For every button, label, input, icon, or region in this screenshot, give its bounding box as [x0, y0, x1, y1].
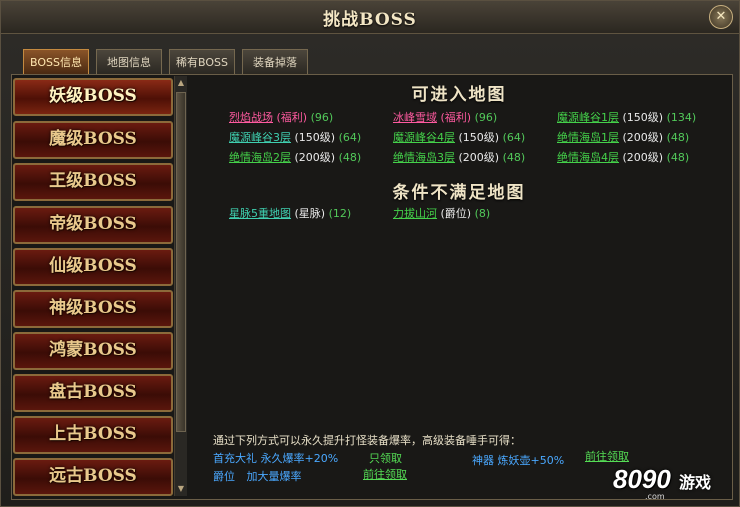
- tab-boss-info[interactable]: BOSS信息: [23, 49, 89, 74]
- claimed-only-text: 只领取: [369, 452, 402, 465]
- boss-count: (48): [666, 131, 690, 144]
- map-link[interactable]: 绝情海岛3层: [393, 151, 455, 164]
- map-link[interactable]: 魔源峰谷1层: [557, 111, 619, 124]
- scroll-down-icon[interactable]: ▼: [176, 484, 186, 494]
- first-recharge-line: 首充大礼 永久爆率+20%: [213, 450, 338, 466]
- map-link[interactable]: 绝情海岛1层: [557, 131, 619, 144]
- boss-count: (64): [338, 131, 362, 144]
- first-recharge-label: 首充大礼: [213, 452, 257, 465]
- boss-level-xian[interactable]: 仙级BOSS: [13, 248, 173, 286]
- map-link[interactable]: 绝情海岛4层: [557, 151, 619, 164]
- map-tag: (150级): [294, 131, 336, 144]
- boss-level-shen[interactable]: 神级BOSS: [13, 290, 173, 328]
- boss-count: (64): [502, 131, 526, 144]
- boss-info-panel: 可进入地图 烈焰战场 (福利) (96) 冰峰雪域 (福利) (96) 魔源峰谷…: [189, 76, 729, 496]
- boss-level-yuangu[interactable]: 远古BOSS: [13, 458, 173, 496]
- accessible-maps-title: 可进入地图: [411, 85, 507, 105]
- boss-level-hongmeng[interactable]: 鸿蒙BOSS: [13, 332, 173, 370]
- map-tag: (福利): [440, 111, 472, 124]
- close-button[interactable]: ✕: [709, 5, 733, 29]
- map-entry: 力拔山河 (爵位) (8): [393, 207, 490, 221]
- map-entry: 绝情海岛2层 (200级) (48): [229, 151, 361, 165]
- boss-level-mo[interactable]: 魔级BOSS: [13, 121, 173, 159]
- boss-count: (96): [310, 111, 334, 124]
- logo-digits: 8090: [613, 464, 671, 494]
- map-tag: (200级): [622, 151, 664, 164]
- nobility-label: 爵位: [213, 470, 235, 483]
- map-tag: (150级): [458, 131, 500, 144]
- boss-level-pangu[interactable]: 盘古BOSS: [13, 374, 173, 412]
- map-entry: 魔源峰谷4层 (150级) (64): [393, 131, 525, 145]
- map-entry: 魔源峰谷1层 (150级) (134): [557, 111, 696, 125]
- go-claim-nobility-link[interactable]: 前往领取: [363, 466, 407, 482]
- map-tag: (爵位): [440, 207, 472, 220]
- nobility-line: 爵位 加大量爆率: [213, 468, 302, 484]
- artifact-label: 神器: [472, 454, 494, 467]
- map-link[interactable]: 冰峰雪域: [393, 111, 437, 124]
- map-link[interactable]: 魔源峰谷4层: [393, 131, 455, 144]
- map-link[interactable]: 烈焰战场: [229, 111, 273, 124]
- boss-count: (134): [666, 111, 697, 124]
- tab-map-info[interactable]: 地图信息: [96, 49, 162, 74]
- logo-domain: .com: [645, 492, 665, 501]
- map-tag: (200级): [294, 151, 336, 164]
- map-tag: (福利): [276, 111, 308, 124]
- logo-cn: 游戏: [679, 473, 712, 492]
- map-entry: 绝情海岛3层 (200级) (48): [393, 151, 525, 165]
- map-link[interactable]: 星脉5重地图: [229, 207, 291, 220]
- close-icon: ✕: [715, 9, 727, 24]
- artifact-line: 神器 炼妖壶+50%: [472, 452, 564, 468]
- demon-pot-label: 炼妖壶+50%: [497, 454, 565, 467]
- increase-rate-label: 加大量爆率: [246, 470, 302, 483]
- boss-level-list: 妖级BOSS 魔级BOSS 王级BOSS 帝级BOSS 仙级BOSS 神级BOS…: [13, 76, 173, 496]
- boss-level-yao[interactable]: 妖级BOSS: [13, 78, 173, 116]
- boss-level-di[interactable]: 帝级BOSS: [13, 206, 173, 244]
- boss-count: (48): [502, 151, 526, 164]
- boss-list-scrollbar[interactable]: ▲ ▼: [174, 76, 187, 496]
- map-entry: 魔源峰谷3层 (150级) (64): [229, 131, 361, 145]
- map-link[interactable]: 魔源峰谷3层: [229, 131, 291, 144]
- boss-count: (48): [338, 151, 362, 164]
- permanent-rate-label: 永久爆率+20%: [260, 452, 339, 465]
- window-title: 挑战BOSS: [323, 10, 417, 30]
- map-entry: 冰峰雪域 (福利) (96): [393, 111, 497, 125]
- boss-count: (8): [474, 207, 491, 220]
- site-logo: 8090 游戏 .com: [613, 458, 733, 502]
- tab-rare-boss[interactable]: 稀有BOSS: [169, 49, 235, 74]
- tab-equipment-drops[interactable]: 装备掉落: [242, 49, 308, 74]
- map-tag: (150级): [622, 111, 664, 124]
- scroll-thumb[interactable]: [176, 92, 186, 432]
- map-entry: 星脉5重地图 (星脉) (12): [229, 207, 351, 221]
- map-entry: 绝情海岛1层 (200级) (48): [557, 131, 689, 145]
- boss-level-wang[interactable]: 王级BOSS: [13, 163, 173, 201]
- boss-count: (96): [474, 111, 498, 124]
- map-tag: (200级): [458, 151, 500, 164]
- boss-level-shanggu[interactable]: 上古BOSS: [13, 416, 173, 454]
- boss-count: (12): [328, 207, 352, 220]
- map-entry: 烈焰战场 (福利) (96): [229, 111, 333, 125]
- boss-count: (48): [666, 151, 690, 164]
- map-link[interactable]: 绝情海岛2层: [229, 151, 291, 164]
- unqualified-maps-title: 条件不满足地图: [392, 183, 526, 203]
- map-tag: (星脉): [294, 207, 326, 220]
- drop-rate-note: 通过下列方式可以永久提升打怪装备爆率，高级装备唾手可得：: [213, 434, 521, 447]
- scroll-up-icon[interactable]: ▲: [176, 78, 186, 88]
- map-tag: (200级): [622, 131, 664, 144]
- map-link[interactable]: 力拔山河: [393, 207, 437, 220]
- title-bar[interactable]: 挑战BOSS ✕: [1, 1, 739, 34]
- challenge-boss-window: 挑战BOSS ✕ BOSS信息 地图信息 稀有BOSS 装备掉落 妖级BOSS …: [0, 0, 740, 507]
- map-entry: 绝情海岛4层 (200级) (48): [557, 151, 689, 165]
